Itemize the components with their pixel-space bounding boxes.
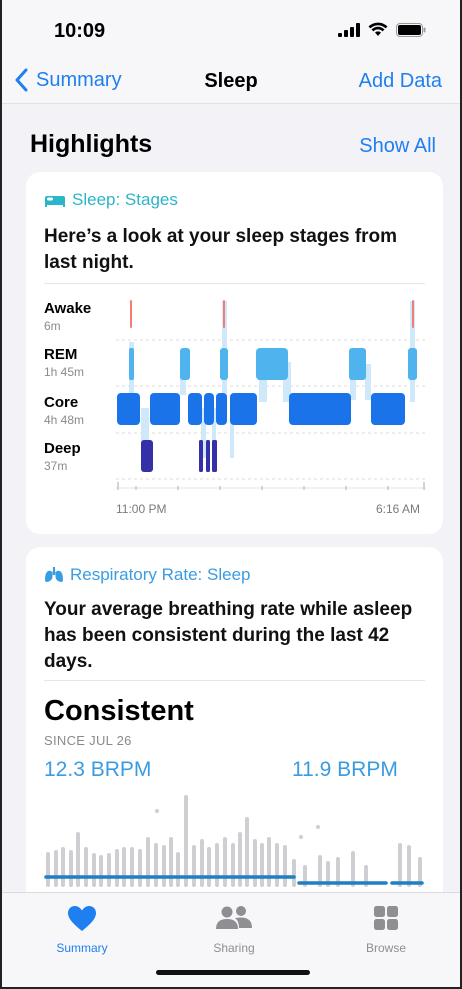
- show-all-link[interactable]: Show All: [359, 135, 436, 158]
- wifi-icon: [368, 22, 388, 36]
- status-time: 10:09: [54, 20, 106, 42]
- section-title: Highlights: [30, 130, 153, 158]
- tab-sharing[interactable]: Sharing: [189, 903, 279, 955]
- cellular-signal-icon: [338, 22, 360, 37]
- respiratory-rate-card[interactable]: Respiratory Rate: Sleep Your average bre…: [26, 547, 443, 907]
- heart-icon: [68, 905, 96, 931]
- health-app-screen: 10:09 Summary Sleep Add Data Highlights …: [0, 0, 462, 989]
- battery-icon: [396, 22, 426, 37]
- status-icons: [338, 22, 426, 37]
- chart-end-time: 6:16 AM: [376, 502, 421, 516]
- status-bar: 10:09: [2, 0, 460, 58]
- tab-label: Summary: [56, 941, 108, 955]
- people-icon: [216, 906, 252, 929]
- tab-browse[interactable]: Browse: [341, 903, 431, 955]
- chart-start-time: 11:00 PM: [116, 502, 167, 516]
- home-indicator: [156, 970, 310, 975]
- navigation-bar: Summary Sleep Add Data: [2, 58, 460, 104]
- tab-label: Sharing: [213, 941, 255, 955]
- sleep-stages-chart: [116, 300, 426, 490]
- respiratory-rate-chart: [44, 795, 424, 887]
- tab-summary[interactable]: Summary: [37, 903, 127, 955]
- add-data-button[interactable]: Add Data: [359, 70, 442, 93]
- tab-label: Browse: [365, 941, 406, 955]
- grid-icon: [374, 906, 398, 930]
- sleep-stages-card[interactable]: Sleep: Stages Here’s a look at your slee…: [26, 172, 443, 534]
